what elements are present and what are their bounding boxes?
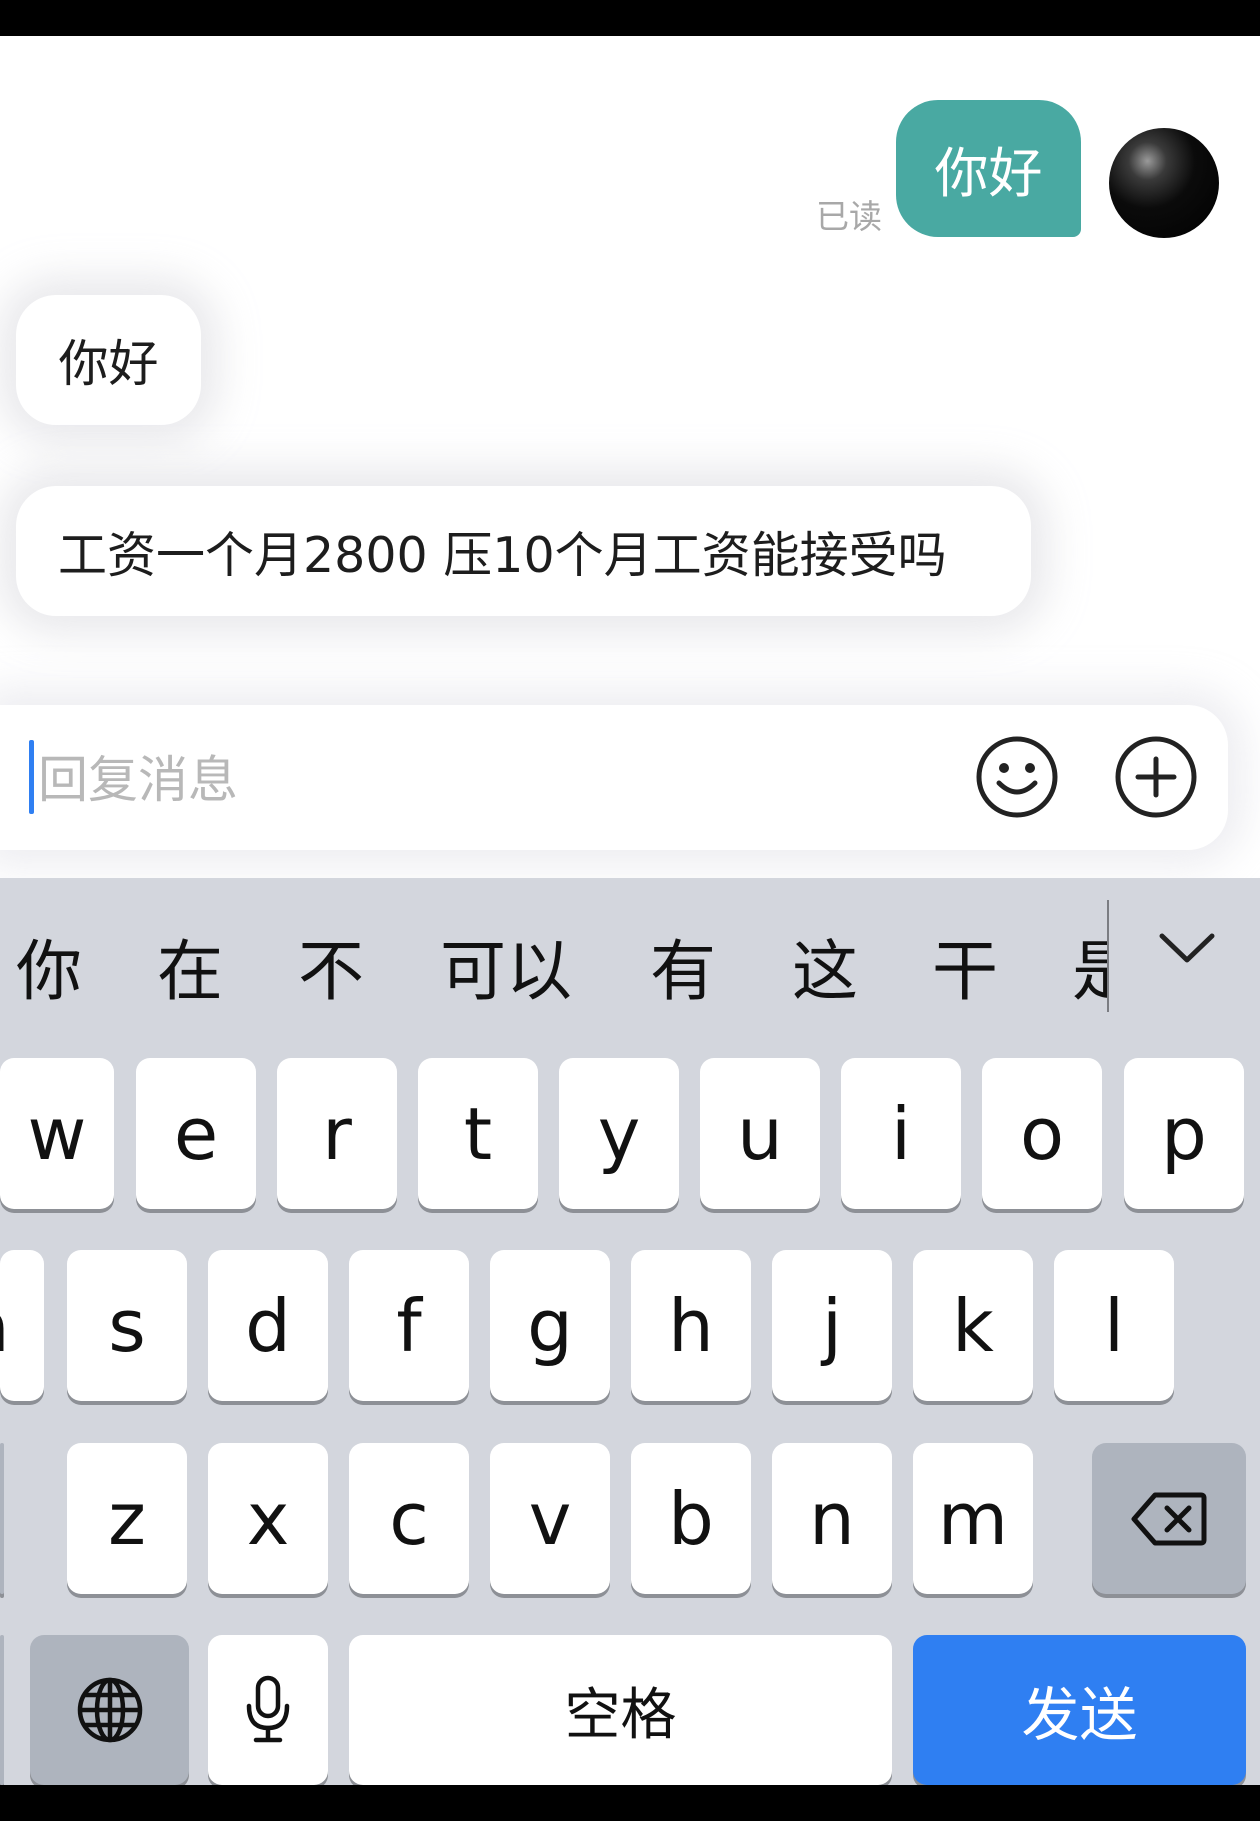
incoming-message[interactable]: 工资一个月2800 压10个月工资能接受吗 (16, 486, 1031, 616)
emoji-button[interactable] (975, 735, 1059, 819)
key-z[interactable]: z (67, 1443, 187, 1594)
read-receipt: 已读 (816, 197, 882, 236)
key-i[interactable]: i (841, 1058, 961, 1209)
key-t[interactable]: t (418, 1058, 538, 1209)
key-e[interactable]: e (136, 1058, 256, 1209)
key-c[interactable]: c (349, 1443, 469, 1594)
bottom-bar (0, 1785, 1260, 1821)
more-button[interactable] (1114, 735, 1198, 819)
candidate[interactable]: 这 (792, 918, 858, 1010)
candidate-bar: 你 在 不 可以 有 这 干 是 (0, 900, 1108, 1010)
key-v[interactable]: v (490, 1443, 610, 1594)
key-k[interactable]: k (913, 1250, 1033, 1401)
key-w[interactable]: w (0, 1058, 114, 1209)
key-n[interactable]: n (772, 1443, 892, 1594)
numbers-key[interactable] (0, 1635, 4, 1785)
chevron-down-icon (1159, 933, 1215, 963)
key-h[interactable]: h (631, 1250, 751, 1401)
candidate[interactable]: 干 (932, 918, 998, 1010)
plus-circle-icon (1115, 736, 1197, 818)
key-u[interactable]: u (700, 1058, 820, 1209)
key-l[interactable]: l (1054, 1250, 1174, 1401)
key-y[interactable]: y (559, 1058, 679, 1209)
candidate[interactable]: 你 (16, 918, 82, 1010)
candidate[interactable]: 是 (1072, 918, 1108, 1010)
divider (1107, 900, 1109, 1012)
smiley-icon (976, 736, 1058, 818)
delete-key[interactable] (1092, 1443, 1246, 1594)
globe-icon (77, 1677, 142, 1743)
globe-key[interactable] (30, 1635, 189, 1785)
send-button[interactable]: 发送 (913, 1635, 1246, 1785)
key-f[interactable]: f (349, 1250, 469, 1401)
collapse-candidates-button[interactable] (1152, 922, 1222, 972)
key-a-label: a (0, 1284, 10, 1368)
key-s[interactable]: s (67, 1250, 187, 1401)
key-d[interactable]: d (208, 1250, 328, 1401)
microphone-icon (246, 1675, 290, 1743)
key-a[interactable]: a (0, 1250, 44, 1401)
top-bar (0, 0, 1260, 36)
key-j[interactable]: j (772, 1250, 892, 1401)
outgoing-message[interactable]: 你好 (896, 100, 1081, 237)
backspace-icon (1131, 1492, 1207, 1545)
shift-key[interactable] (0, 1443, 4, 1594)
microphone-key[interactable] (208, 1635, 328, 1785)
incoming-message[interactable]: 你好 (16, 295, 201, 425)
avatar[interactable] (1109, 128, 1219, 238)
key-b[interactable]: b (631, 1443, 751, 1594)
space-key[interactable]: 空格 (349, 1635, 892, 1785)
candidate[interactable]: 可以 (440, 918, 572, 1010)
key-m[interactable]: m (913, 1443, 1033, 1594)
text-caret (29, 740, 34, 814)
key-r[interactable]: r (277, 1058, 397, 1209)
candidate[interactable]: 不 (298, 918, 364, 1010)
key-p[interactable]: p (1124, 1058, 1244, 1209)
candidate[interactable]: 在 (157, 918, 223, 1010)
candidate[interactable]: 有 (650, 918, 716, 1010)
key-x[interactable]: x (208, 1443, 328, 1594)
key-g[interactable]: g (490, 1250, 610, 1401)
reply-input[interactable] (38, 745, 918, 815)
key-o[interactable]: o (982, 1058, 1102, 1209)
